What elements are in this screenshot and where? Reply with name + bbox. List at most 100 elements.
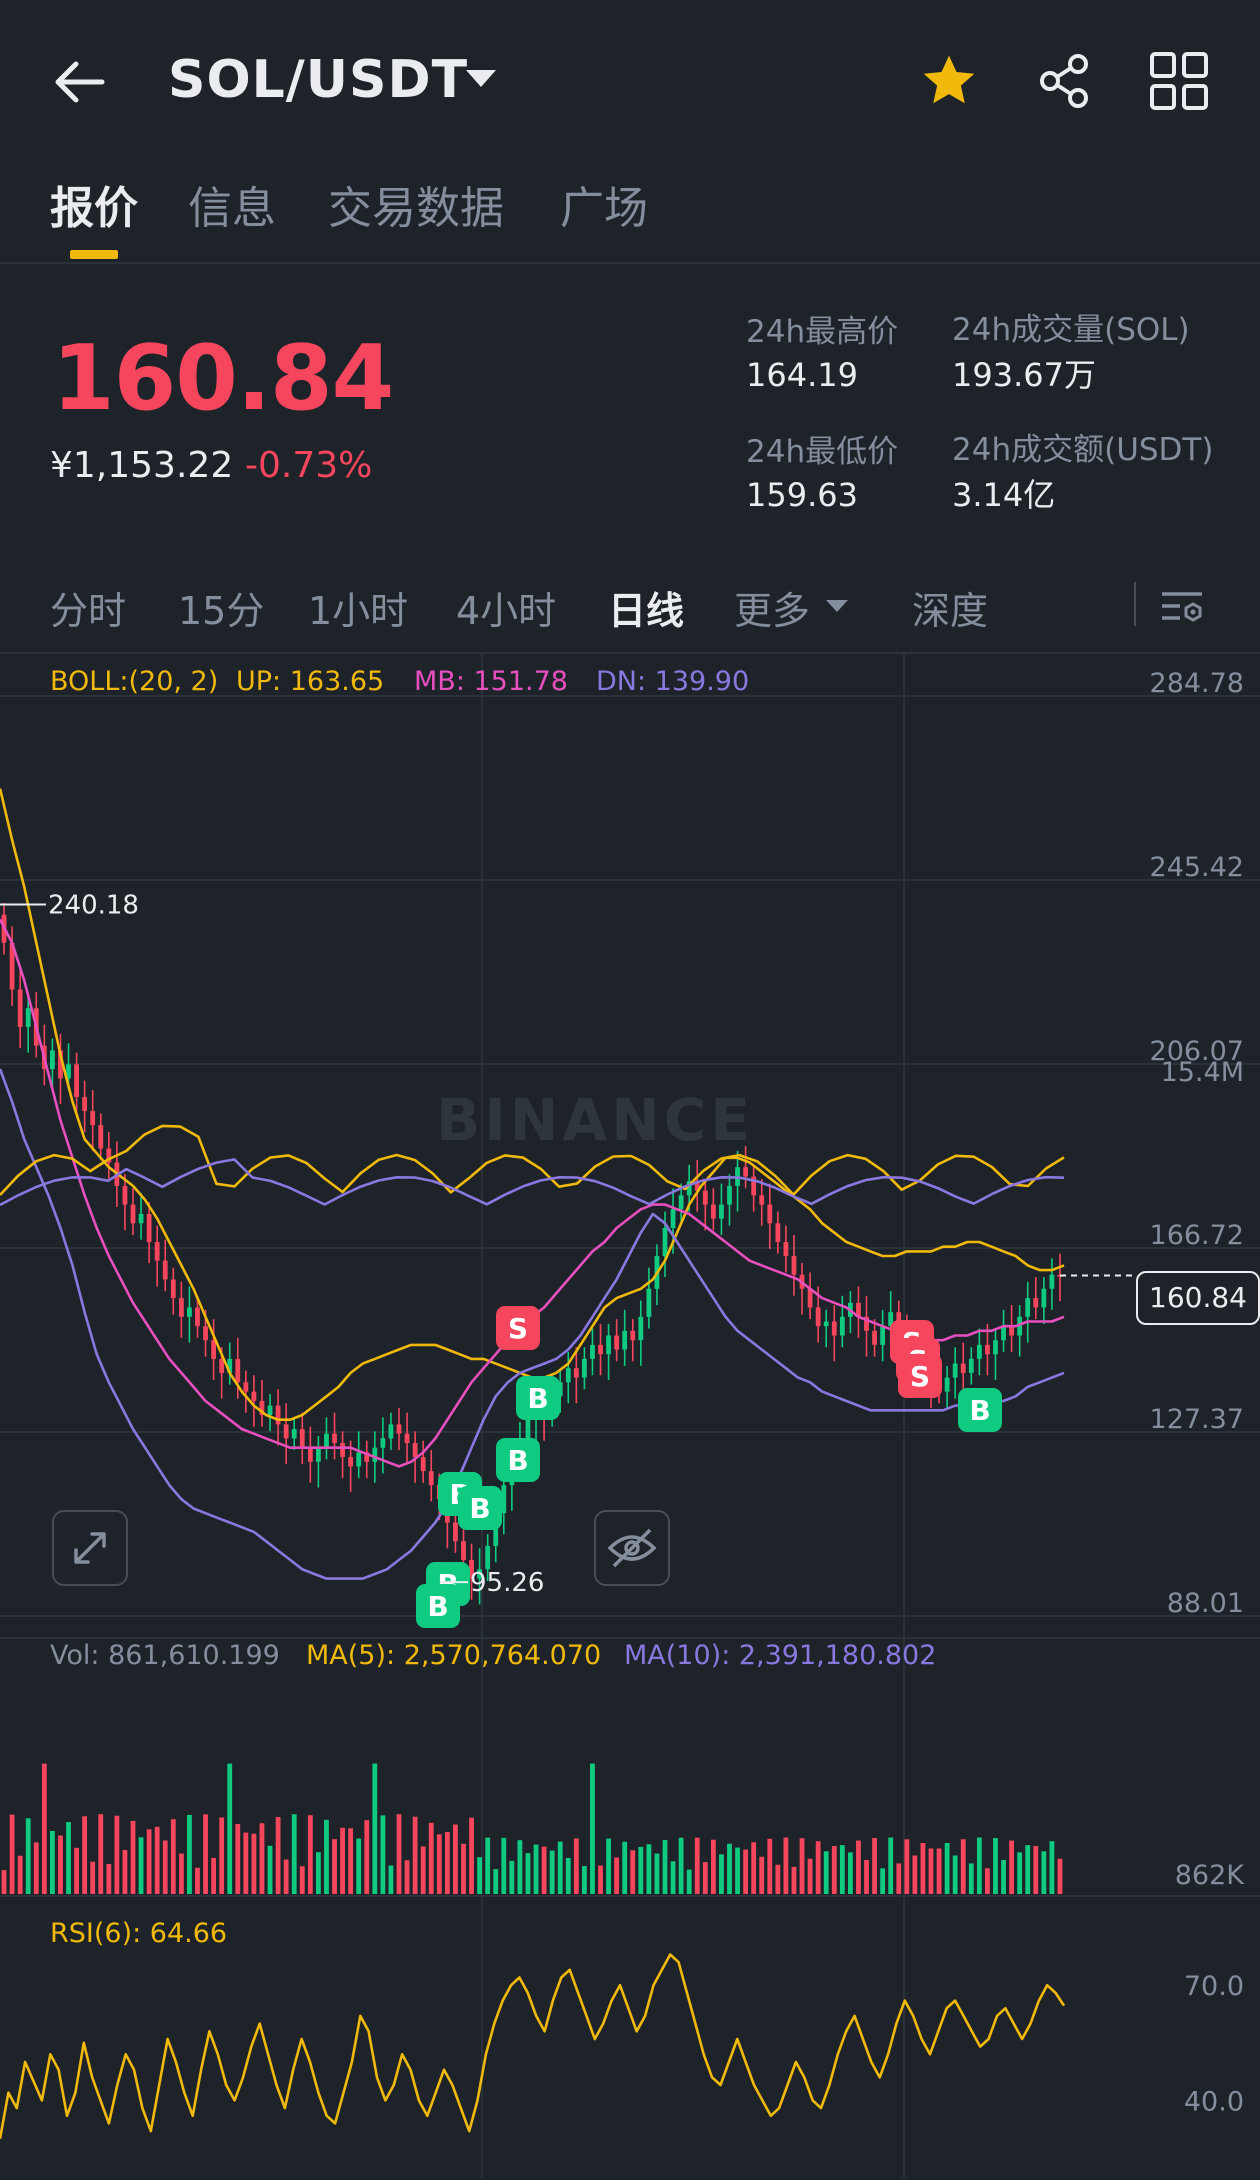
tab-quote[interactable]: 报价 [50,172,138,236]
candle-body [195,1307,200,1327]
star-icon[interactable] [918,50,980,112]
candle-body [727,1185,732,1205]
volume-bar [291,1814,297,1894]
candle-body [662,1227,668,1257]
volume-bar [66,1822,71,1894]
pair-title[interactable]: SOL/USDT [168,50,468,110]
volume-bar [807,1858,813,1894]
interval-bar: 分时 15分 1小时 4小时 日线 更多 深度 [0,570,1260,660]
volume-bar [880,1868,886,1894]
volume-bar [960,1839,966,1894]
back-arrow-icon[interactable] [50,52,110,112]
tab-trading-data[interactable]: 交易数据 [328,172,504,236]
volume-bar [41,1763,47,1894]
tab-square[interactable]: 广场 [560,172,648,236]
volume-bar [444,1832,450,1894]
low-value: 159.63 [746,476,858,514]
candle-body [872,1330,877,1345]
interval-1h[interactable]: 1小时 [308,580,408,635]
volume-bar [525,1853,531,1894]
candle-body [598,1344,603,1355]
high-label: 24h最高价 [746,314,899,350]
volume-bar [856,1840,861,1894]
volume-bar [380,1815,386,1894]
candle-body [461,1541,466,1560]
volume-bar [275,1816,281,1894]
tab-info[interactable]: 信息 [188,172,276,236]
interval-4h[interactable]: 4小时 [456,580,556,635]
candle-body [82,1097,88,1112]
low-marker-label: 95.26 [470,1568,544,1598]
hide-indicators-icon[interactable] [594,1510,670,1586]
rsi-axis-tick: 70.0 [1184,1971,1244,2002]
volume-bar [259,1823,265,1894]
grid-icon[interactable] [1148,50,1210,112]
candle-body [340,1443,345,1458]
candle-body [606,1335,611,1355]
volume-bar [759,1856,765,1894]
last-price: 160.84 [52,326,394,431]
candle-body [590,1344,595,1359]
share-icon[interactable] [1034,50,1096,112]
interval-depth[interactable]: 深度 [912,580,988,635]
boll-mb: MB: 151.78 [414,666,568,697]
caret-down-icon[interactable] [466,70,496,87]
volume-bar [251,1833,257,1894]
chevron-down-icon[interactable] [826,600,848,612]
chart-settings-icon[interactable] [1156,580,1208,632]
candle-body [670,1209,676,1228]
candle-body [324,1433,329,1448]
volume-bar [872,1837,877,1894]
buy-marker-letter: B [507,1444,528,1477]
candle-body [525,1419,531,1439]
sell-marker: S [496,1306,540,1350]
volume-bar [178,1853,184,1894]
candle-body [90,1111,96,1126]
candle-body [1049,1274,1055,1289]
volume-bar [82,1816,88,1894]
volume-bar [622,1841,628,1894]
volume-bar [356,1838,362,1894]
price-axis-tick: 284.78 [1150,668,1244,699]
volume-bar [1017,1852,1023,1894]
candle-body [823,1321,829,1327]
volume-bar [469,1817,474,1894]
volume-bar [420,1846,426,1894]
candle-body [1033,1298,1039,1308]
volume-bar [396,1814,402,1894]
fullscreen-icon[interactable] [52,1510,128,1586]
volume-bar [17,1855,23,1894]
interval-timeline[interactable]: 分时 [50,580,126,635]
volume-bar [307,1815,313,1894]
candle-body [187,1307,192,1317]
volume-bar [751,1842,757,1894]
sell-marker-letter: S [910,1360,930,1393]
volume-bar [1,1870,7,1894]
volume-bar [348,1828,354,1894]
interval-daily[interactable]: 日线 [608,580,684,635]
volume-bar [170,1819,176,1894]
candle-body [267,1405,273,1415]
price-axis-tick: 245.42 [1150,852,1244,883]
volume-bar [58,1835,63,1894]
volume-bar [573,1838,579,1894]
volume-bar [332,1839,337,1894]
candle-body [944,1377,950,1392]
candle-body [98,1125,104,1149]
volume-bar [138,1837,144,1894]
volume-bar [928,1848,934,1894]
interval-more[interactable]: 更多 [734,580,810,635]
candle-body [565,1368,571,1383]
divider [1134,582,1136,626]
volume-bar [735,1847,740,1894]
candle-body [638,1316,644,1341]
volume-bar [428,1822,434,1894]
candle-body [235,1358,241,1383]
volume-bar [493,1869,499,1894]
volume-bar [614,1857,620,1894]
kline-chart[interactable]: BBBBBBBSSSS 284.78245.42206.07166.72127.… [0,652,1260,2178]
volume-bar [98,1814,104,1894]
interval-15m[interactable]: 15分 [178,580,264,635]
volume-bar [485,1837,491,1894]
volume-bar [662,1840,668,1894]
